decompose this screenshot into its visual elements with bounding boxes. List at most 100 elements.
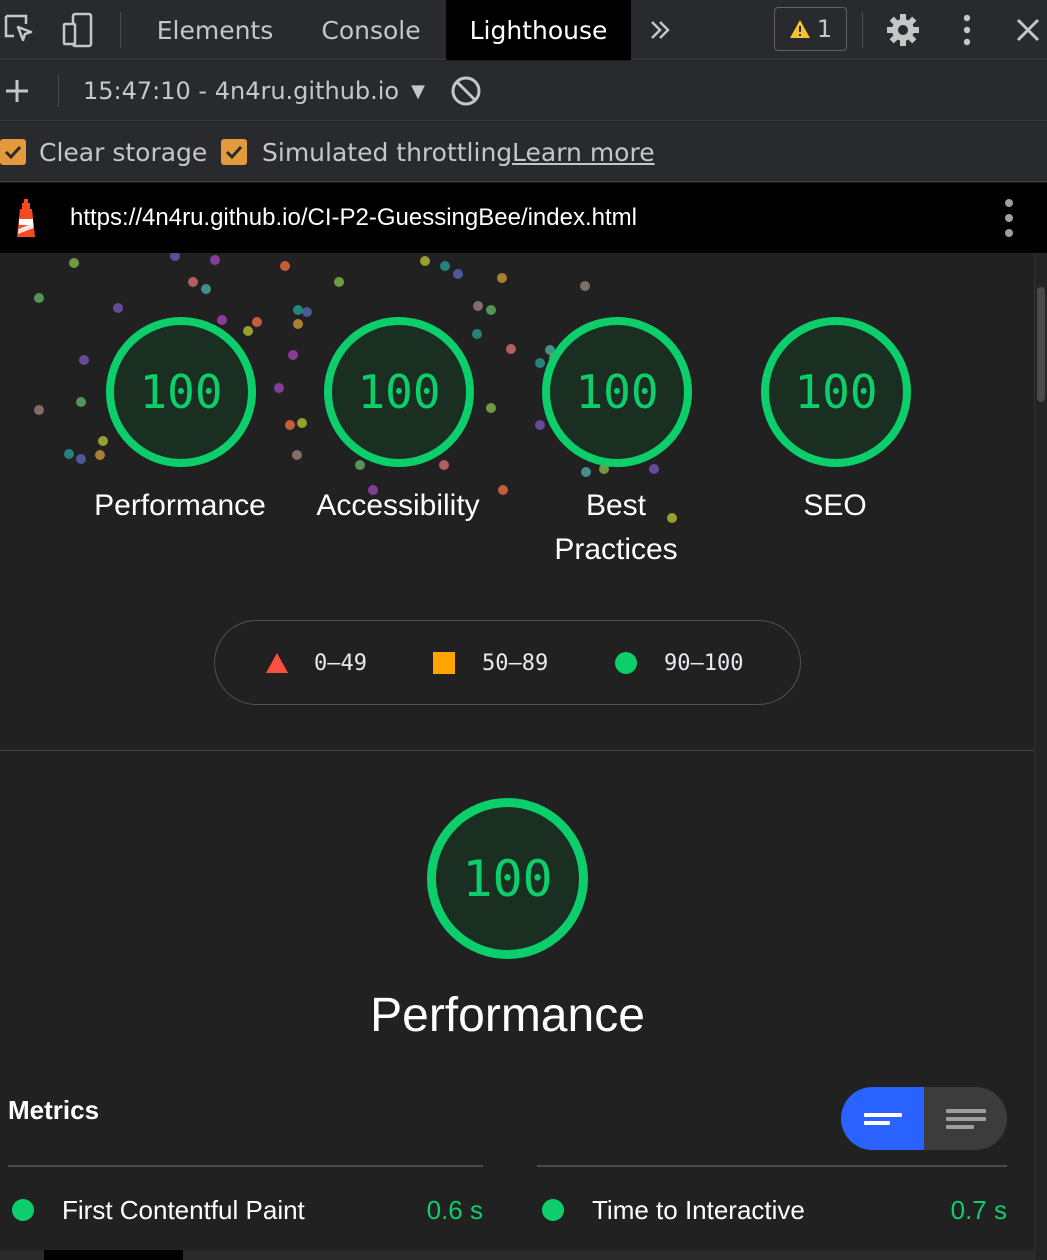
metrics-view-toggle[interactable] [841, 1087, 1007, 1150]
confetti-dot [292, 450, 302, 460]
confetti-dot [472, 329, 482, 339]
best-practices-score: 100 [575, 365, 659, 419]
clear-storage-checkbox[interactable] [0, 139, 26, 165]
expanded-view-icon[interactable] [924, 1087, 1007, 1150]
confetti-dot [293, 319, 303, 329]
confetti-dot [293, 305, 303, 315]
warning-triangle-icon [789, 20, 810, 38]
report-selector-label: 15:47:10 - 4n4ru.github.io [83, 77, 400, 105]
confetti-dot [649, 464, 659, 474]
confetti-dot [95, 450, 105, 460]
metrics-divider [537, 1165, 1007, 1167]
confetti-dot [581, 467, 591, 477]
tab-console[interactable]: Console [305, 0, 437, 60]
chevron-down-icon: ▼ [411, 80, 425, 102]
confetti-dot [486, 305, 496, 315]
new-report-plus-icon[interactable] [0, 73, 34, 109]
metric-name: Time to Interactive [592, 1194, 805, 1225]
confetti-dot [201, 284, 211, 294]
confetti-dot [334, 277, 344, 287]
warnings-counter-button[interactable]: 1 [774, 7, 847, 51]
best-practices-gauge-label[interactable]: Best Practices [526, 484, 706, 572]
tab-elements[interactable]: Elements [145, 0, 285, 60]
report-menu-icon[interactable] [1002, 198, 1016, 238]
compact-view-icon[interactable] [841, 1087, 924, 1150]
confetti-dot [302, 307, 312, 317]
more-options-icon[interactable] [947, 10, 987, 50]
confetti-dot [76, 397, 86, 407]
more-tabs-icon[interactable] [640, 10, 680, 50]
inspect-element-icon[interactable] [0, 10, 40, 50]
confetti-dot [580, 281, 590, 291]
learn-more-link[interactable]: Learn more [512, 122, 655, 182]
seo-gauge-label[interactable]: SEO [725, 484, 945, 528]
toolbar-divider [120, 12, 121, 48]
confetti-dot [420, 256, 430, 266]
average-square-icon [433, 652, 455, 674]
settings-gear-icon[interactable] [883, 10, 923, 50]
confetti-dot [535, 420, 545, 430]
accessibility-score: 100 [357, 365, 441, 419]
performance-gauge-label[interactable]: Performance [70, 484, 290, 528]
seo-score-gauge[interactable]: 100 [761, 317, 911, 467]
confetti-dot [535, 358, 545, 368]
confetti-dot [69, 258, 79, 268]
confetti-dot [252, 317, 262, 327]
confetti-dot [34, 293, 44, 303]
accessibility-score-gauge[interactable]: 100 [324, 317, 474, 467]
confetti-dot [355, 460, 365, 470]
confetti-dot [280, 261, 290, 271]
performance-category-score: 100 [462, 849, 553, 908]
simulated-throttling-label[interactable]: Simulated throttling [262, 122, 512, 182]
score-scale-legend: 0–49 50–89 90–100 [214, 620, 801, 705]
simulated-throttling-checkbox[interactable] [221, 139, 247, 165]
clear-reports-icon[interactable] [449, 74, 483, 108]
confetti-dot [486, 403, 496, 413]
best-practices-score-gauge[interactable]: 100 [542, 317, 692, 467]
metric-value: 0.6 s [426, 1194, 483, 1225]
lighthouse-logo-icon [10, 198, 42, 239]
pass-circle-icon [615, 652, 637, 674]
confetti-dot [439, 460, 449, 470]
toolbar-divider [58, 75, 59, 107]
confetti-dot [113, 303, 123, 313]
confetti-dot [440, 261, 450, 271]
performance-score-gauge[interactable]: 100 [106, 317, 256, 467]
checkmark-icon [4, 145, 22, 160]
confetti-dot [79, 355, 89, 365]
close-icon[interactable] [1008, 10, 1047, 50]
lighthouse-toolbar: 15:47:10 - 4n4ru.github.io ▼ [0, 61, 1047, 121]
vertical-scrollbar[interactable] [1034, 253, 1047, 1260]
accessibility-gauge-label[interactable]: Accessibility [288, 484, 508, 528]
pass-circle-icon [542, 1199, 564, 1221]
toolbar-divider [862, 12, 863, 48]
confetti-dot [473, 301, 483, 311]
confetti-dot [210, 255, 220, 265]
performance-score: 100 [139, 365, 223, 419]
confetti-dot [288, 350, 298, 360]
tab-lighthouse[interactable]: Lighthouse [446, 0, 631, 60]
confetti-dot [297, 418, 307, 428]
confetti-dot [497, 273, 507, 283]
horizontal-scrollbar[interactable] [0, 1250, 1035, 1260]
confetti-dot [506, 344, 516, 354]
confetti-dot [285, 420, 295, 430]
report-url-bar: https://4n4ru.github.io/CI-P2-GuessingBe… [0, 183, 1047, 253]
metrics-heading: Metrics [8, 1095, 100, 1125]
metrics-divider [8, 1165, 483, 1167]
scrollbar-thumb[interactable] [1037, 287, 1045, 402]
confetti-dot [64, 449, 74, 459]
clear-storage-label[interactable]: Clear storage [39, 122, 207, 182]
report-selector[interactable]: 15:47:10 - 4n4ru.github.io ▼ [83, 61, 425, 121]
performance-category-title: Performance [370, 989, 645, 1042]
warnings-count: 1 [816, 15, 833, 43]
confetti-dot [98, 436, 108, 446]
device-toolbar-icon[interactable] [58, 10, 98, 50]
metric-name: First Contentful Paint [62, 1194, 305, 1225]
legend-range-average: 50–89 [482, 651, 549, 676]
scrollbar-thumb[interactable] [44, 1250, 183, 1260]
confetti-dot [170, 253, 180, 261]
metric-time-to-interactive: Time to Interactive 0.7 s [542, 1183, 1007, 1237]
performance-category-gauge: 100 [427, 798, 588, 959]
confetti-dot [453, 269, 463, 279]
